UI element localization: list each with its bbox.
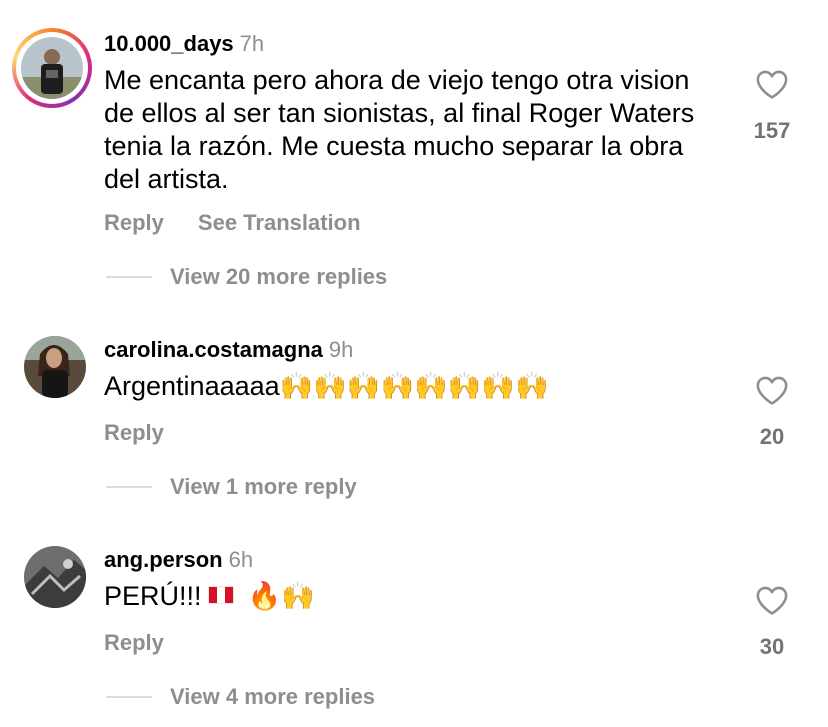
- divider-line: [106, 696, 152, 698]
- avatar[interactable]: [24, 336, 86, 398]
- divider-line: [106, 276, 152, 278]
- like-count: 157: [753, 118, 791, 143]
- comment-text: Argentinaaaaa🙌🙌🙌🙌🙌🙌🙌🙌: [104, 371, 549, 401]
- username[interactable]: carolina.costamagna: [104, 337, 323, 362]
- divider-line: [106, 486, 152, 488]
- see-translation-button[interactable]: See Translation: [198, 210, 361, 235]
- view-more-replies-label: View 4 more replies: [170, 684, 376, 709]
- heart-outline-icon[interactable]: [742, 584, 802, 616]
- comment-text: PERÚ!!! 🔥🙌: [104, 580, 724, 613]
- avatar[interactable]: [21, 37, 83, 99]
- comment-text-prefix: PERÚ!!!: [104, 581, 202, 611]
- timestamp: 9h: [328, 337, 354, 362]
- like-count: 30: [759, 634, 785, 659]
- comment-text: Me encanta pero ahora de viejo tengo otr…: [104, 65, 695, 194]
- view-more-replies-button[interactable]: View 1 more reply: [106, 474, 357, 500]
- comment-text-emoji: 🔥🙌: [247, 581, 315, 612]
- username[interactable]: ang.person: [104, 547, 223, 572]
- avatar[interactable]: [24, 546, 86, 608]
- view-more-replies-button[interactable]: View 4 more replies: [106, 684, 375, 710]
- timestamp: 7h: [239, 31, 265, 56]
- view-more-replies-label: View 20 more replies: [170, 264, 388, 289]
- view-more-replies-button[interactable]: View 20 more replies: [106, 264, 387, 290]
- heart-outline-icon[interactable]: [742, 68, 802, 100]
- reply-button[interactable]: Reply: [104, 210, 164, 235]
- peru-flag-icon: [207, 586, 234, 604]
- view-more-replies-label: View 1 more reply: [170, 474, 357, 499]
- timestamp: 6h: [228, 547, 254, 572]
- heart-outline-icon[interactable]: [742, 374, 802, 406]
- like-count: 20: [759, 424, 785, 449]
- reply-button[interactable]: Reply: [104, 630, 164, 655]
- username[interactable]: 10.000_days: [104, 31, 234, 56]
- reply-button[interactable]: Reply: [104, 420, 164, 445]
- story-ring[interactable]: [12, 28, 92, 108]
